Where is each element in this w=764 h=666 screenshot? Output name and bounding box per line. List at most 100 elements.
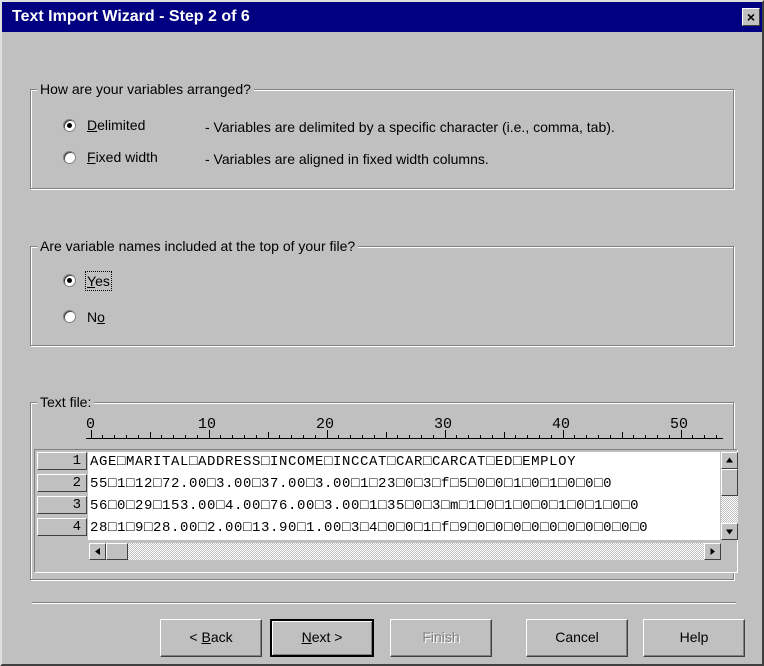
ruler-tick bbox=[302, 435, 304, 438]
variable-names-legend: Are variable names included at the top o… bbox=[37, 238, 359, 254]
ruler-tick bbox=[574, 435, 576, 438]
ruler-tick bbox=[291, 435, 293, 438]
radio-delimited-circle[interactable] bbox=[63, 119, 76, 132]
vertical-scrollbar[interactable] bbox=[721, 452, 738, 540]
row-number: 3 bbox=[37, 496, 87, 514]
ruler-tick bbox=[184, 435, 186, 438]
delimited-description: - Variables are delimited by a specific … bbox=[205, 119, 615, 135]
ruler-tick bbox=[562, 430, 564, 438]
arrow-right-icon bbox=[710, 548, 715, 555]
radio-delimited-label[interactable]: Delimited bbox=[87, 117, 145, 133]
ruler-tick bbox=[397, 435, 399, 438]
ruler-label: 10 bbox=[198, 416, 217, 433]
ruler-tick bbox=[102, 435, 104, 438]
radio-no-label[interactable]: No bbox=[87, 309, 105, 325]
ruler-tick bbox=[350, 435, 352, 438]
ruler-tick bbox=[114, 435, 116, 438]
column-ruler: 0 10 20 30 40 50 bbox=[86, 400, 723, 442]
ruler-tick bbox=[338, 435, 340, 438]
row-number: 1 bbox=[37, 452, 87, 470]
window-title: Text Import Wizard - Step 2 of 6 bbox=[12, 8, 250, 25]
ruler-tick bbox=[432, 435, 434, 438]
scroll-up-button[interactable] bbox=[721, 452, 738, 469]
arrow-up-icon bbox=[726, 457, 733, 463]
close-button[interactable]: × bbox=[742, 8, 760, 26]
ruler-tick bbox=[503, 432, 505, 438]
ruler-label: 30 bbox=[434, 416, 453, 433]
ruler-label: 50 bbox=[670, 416, 689, 433]
ruler-baseline bbox=[86, 438, 723, 439]
scroll-right-button[interactable] bbox=[704, 543, 721, 560]
ruler-label: 20 bbox=[316, 416, 335, 433]
radio-fixed-width-label[interactable]: Fixed width bbox=[87, 149, 158, 165]
ruler-tick bbox=[645, 435, 647, 438]
ruler-tick bbox=[444, 430, 446, 438]
ruler-tick bbox=[586, 435, 588, 438]
cancel-button[interactable]: Cancel bbox=[526, 619, 628, 657]
ruler-tick bbox=[279, 435, 281, 438]
data-line: 28□1□9□28.00□2.00□13.90□1.00□3□4□0□0□1□f… bbox=[90, 520, 649, 536]
ruler-tick bbox=[267, 432, 269, 438]
data-line: 55□1□12□72.00□3.00□37.00□3.00□1□23□0□3□f… bbox=[90, 476, 613, 492]
ruler-tick bbox=[361, 435, 363, 438]
title-bar[interactable]: Text Import Wizard - Step 2 of 6 × bbox=[2, 2, 762, 32]
scroll-left-button[interactable] bbox=[89, 543, 106, 560]
ruler-tick bbox=[161, 435, 163, 438]
help-button[interactable]: Help bbox=[643, 619, 745, 657]
ruler-tick bbox=[704, 435, 706, 438]
horizontal-scrollbar[interactable] bbox=[89, 543, 721, 560]
ruler-tick bbox=[326, 430, 328, 438]
ruler-tick bbox=[692, 435, 694, 438]
radio-yes-circle[interactable] bbox=[63, 274, 76, 287]
radio-yes-label[interactable]: Yes bbox=[85, 271, 112, 291]
ruler-tick bbox=[409, 435, 411, 438]
back-button[interactable]: < Back bbox=[160, 619, 262, 657]
ruler-tick bbox=[220, 435, 222, 438]
ruler-tick bbox=[208, 430, 210, 438]
close-icon: × bbox=[746, 9, 756, 25]
preview-text-area[interactable]: AGE□MARITAL□ADDRESS□INCOME□INCCAT□CAR□CA… bbox=[88, 452, 720, 540]
data-line: AGE□MARITAL□ADDRESS□INCOME□INCCAT□CAR□CA… bbox=[90, 454, 577, 470]
ruler-tick bbox=[385, 432, 387, 438]
ruler-tick bbox=[456, 435, 458, 438]
arrow-down-icon bbox=[726, 529, 733, 535]
ruler-tick bbox=[125, 435, 127, 438]
finish-button: Finish bbox=[390, 619, 492, 657]
data-line: 56□0□29□153.00□4.00□76.00□3.00□1□35□0□3□… bbox=[90, 498, 640, 514]
ruler-label: 40 bbox=[552, 416, 571, 433]
arrow-left-icon bbox=[95, 548, 100, 555]
ruler-tick bbox=[232, 435, 234, 438]
row-number: 2 bbox=[37, 474, 87, 492]
ruler-tick bbox=[314, 435, 316, 438]
ruler-tick bbox=[90, 430, 92, 438]
variable-names-group: Are variable names included at the top o… bbox=[30, 238, 734, 346]
ruler-tick bbox=[243, 435, 245, 438]
radio-no-circle[interactable] bbox=[63, 310, 76, 323]
ruler-tick bbox=[680, 430, 682, 438]
ruler-tick bbox=[468, 435, 470, 438]
ruler-tick bbox=[668, 435, 670, 438]
text-import-wizard-dialog: Text Import Wizard - Step 2 of 6 × How a… bbox=[0, 0, 764, 666]
ruler-tick bbox=[550, 435, 552, 438]
ruler-tick bbox=[137, 435, 139, 438]
horizontal-scroll-thumb[interactable] bbox=[106, 543, 128, 560]
ruler-tick bbox=[491, 435, 493, 438]
arrangement-group: How are your variables arranged? Delimit… bbox=[30, 81, 734, 189]
text-file-preview[interactable]: 1 2 3 4 AGE□MARITAL□ADDRESS□INCOME□INCCA… bbox=[34, 449, 738, 573]
scroll-down-button[interactable] bbox=[721, 523, 738, 540]
fixed-width-description: - Variables are aligned in fixed width c… bbox=[205, 151, 489, 167]
next-button[interactable]: Next > bbox=[270, 619, 374, 657]
ruler-tick bbox=[715, 435, 717, 438]
ruler-tick bbox=[373, 435, 375, 438]
arrangement-legend: How are your variables arranged? bbox=[37, 81, 254, 97]
ruler-tick bbox=[621, 432, 623, 438]
ruler-tick bbox=[538, 435, 540, 438]
ruler-tick bbox=[656, 435, 658, 438]
ruler-tick bbox=[479, 435, 481, 438]
vertical-scroll-thumb[interactable] bbox=[721, 469, 738, 496]
ruler-tick bbox=[597, 435, 599, 438]
radio-fixed-width-circle[interactable] bbox=[63, 151, 76, 164]
ruler-tick bbox=[255, 435, 257, 438]
row-number: 4 bbox=[37, 518, 87, 536]
ruler-tick bbox=[633, 435, 635, 438]
